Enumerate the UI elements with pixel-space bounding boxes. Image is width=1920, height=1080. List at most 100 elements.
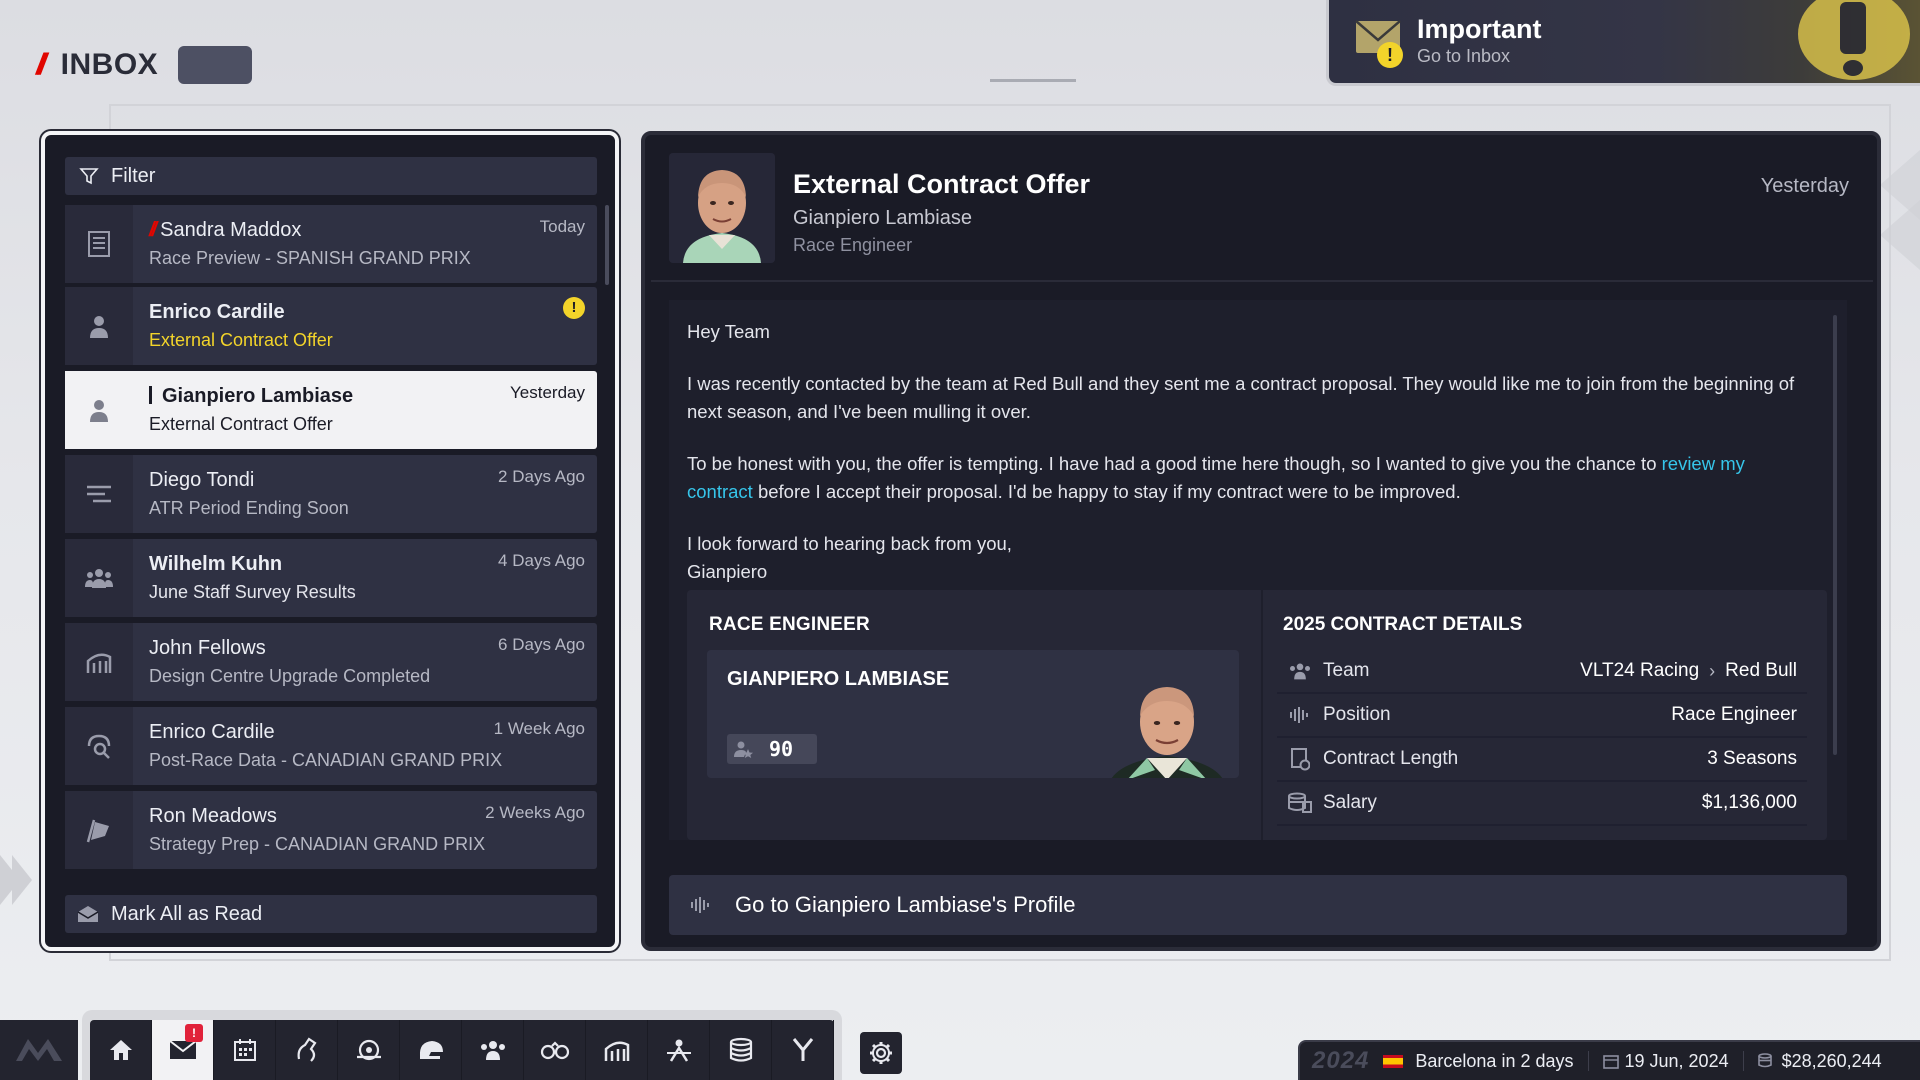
message-sender: Ron Meadows [149,805,277,827]
message-item[interactable]: Wilhelm Kuhn June Staff Survey Results 4… [65,539,597,617]
contract-row-team: Team VLT24 Racing › Red Bull [1277,650,1807,694]
message-subject: June Staff Survey Results [149,582,356,602]
team-from: VLT24 Racing [1580,660,1700,681]
card-section-title: 2025 CONTRACT DETAILS [1283,614,1523,635]
sliders-icon [87,485,111,503]
budget-label: $28,260,244 [1781,1050,1882,1071]
season-year: 2024 [1312,1047,1370,1074]
body-scrollbar[interactable] [1833,315,1837,755]
message-sender: Enrico Cardile [149,721,275,743]
message-detail-panel: External Contract Offer Gianpiero Lambia… [641,131,1881,951]
message-item[interactable]: Ron Meadows Strategy Prep - CANADIAN GRA… [65,791,597,869]
body-text: before I accept their proposal. I'd be h… [752,481,1461,502]
team-to: Red Bull [1725,660,1797,681]
nav-car-development[interactable] [338,1020,400,1080]
bottom-nav: ! [82,1010,842,1080]
person-icon [90,316,108,338]
nav-pit-crew[interactable] [648,1020,710,1080]
important-notification[interactable]: ! Important Go to Inbox [1326,0,1920,86]
message-subject: Race Preview - SPANISH GRAND PRIX [149,248,471,268]
row-label: Team [1323,660,1370,681]
nav-research[interactable] [276,1020,338,1080]
inbox-list-panel: Filter //Sandra Maddox Race Preview - SP… [41,131,619,951]
nav-home[interactable] [90,1020,152,1080]
rating-icon [734,741,753,758]
contract-row-length: Contract Length 3 Seasons [1277,738,1807,782]
warning-icon: ! [1377,42,1403,68]
nav-scouting[interactable] [524,1020,586,1080]
inbox-header: // INBOX [36,44,253,86]
message-time: Yesterday [510,383,585,402]
next-race[interactable]: Barcelona in 2 days [1383,1051,1574,1072]
message-list[interactable]: //Sandra Maddox Race Preview - SPANISH G… [65,205,597,873]
exclamation-icon [1798,0,1910,80]
nav-facilities[interactable] [586,1020,648,1080]
staff-profile-card[interactable]: GIANPIERO LAMBIASE 90 [707,650,1239,778]
gear-icon [870,1042,892,1064]
nav-sponsors[interactable] [772,1020,834,1080]
divider [1587,1051,1589,1071]
staff-portrait [1111,687,1223,778]
message-subject: ATR Period Ending Soon [149,498,349,518]
finance-icon [729,1037,752,1062]
brand-slash-icon: // [36,48,46,81]
nav-drivers[interactable] [400,1020,462,1080]
message-item[interactable]: //Sandra Maddox Race Preview - SPANISH G… [65,205,597,283]
current-date: 19 Jun, 2024 [1602,1051,1729,1072]
flag-icon [86,819,109,843]
divider [1261,590,1263,840]
calendar-icon [1602,1055,1619,1069]
building-icon [86,653,112,673]
settings-button[interactable] [860,1032,902,1074]
contract-row-position: Position Race Engineer [1277,694,1807,738]
mail-icon [168,1040,197,1059]
calendar-icon [233,1039,256,1061]
message-time: 1 Week Ago [493,719,585,738]
go-to-profile-button[interactable]: Go to Gianpiero Lambiase's Profile [669,875,1847,935]
message-header: External Contract Offer Gianpiero Lambia… [669,141,1857,277]
nav-inbox[interactable]: ! [152,1020,214,1080]
mark-all-read-button[interactable]: Mark All as Read [65,895,597,933]
body-paragraph: To be honest with you, the offer is temp… [687,450,1797,506]
card-section-title: RACE ENGINEER [709,614,870,635]
nav-finance[interactable] [710,1020,772,1080]
message-sender: Enrico Cardile [149,301,285,323]
game-logo [0,1020,78,1080]
search-data-icon [87,734,111,759]
envelope-open-icon [77,906,99,922]
message-time: Today [539,217,585,236]
pitcrew-icon [666,1039,691,1062]
row-value: 3 Seasons [1707,748,1797,769]
message-time: 6 Days Ago [498,635,585,654]
inbox-badge: ! [185,1024,203,1042]
group-icon [1290,663,1310,680]
message-item[interactable]: Enrico Cardile External Contract Offer ! [65,287,597,365]
nav-calendar[interactable] [214,1020,276,1080]
divider [651,280,1873,282]
budget: $28,260,244 [1757,1050,1882,1072]
greeting: Hey Team [687,321,770,342]
helmet-icon [419,1041,443,1059]
notification-subtitle: Go to Inbox [1417,46,1511,66]
car-icon [356,1039,381,1061]
message-item[interactable]: Enrico Cardile Post-Race Data - CANADIAN… [65,707,597,785]
list-scrollbar[interactable] [605,205,609,285]
message-item[interactable]: John Fellows Design Centre Upgrade Compl… [65,623,597,701]
message-item[interactable]: Diego Tondi ATR Period Ending Soon 2 Day… [65,455,597,533]
sponsor-icon [792,1038,813,1061]
home-icon [109,1040,132,1060]
message-subject: Design Centre Upgrade Completed [149,666,431,686]
facilities-icon [604,1041,629,1061]
selected-marker [149,386,152,404]
profile-button-label: Go to Gianpiero Lambiase's Profile [735,892,1076,917]
filter-button[interactable]: Filter [65,157,597,195]
rating-badge: 90 [727,734,817,764]
chevron-right-icon: › [1709,660,1716,681]
message-item-selected[interactable]: Gianpiero Lambiase External Contract Off… [65,371,597,449]
scouting-icon [540,1041,569,1060]
mark-all-label: Mark All as Read [111,902,263,925]
message-subject: Strategy Prep - CANADIAN GRAND PRIX [149,834,486,854]
message-body: Hey Team I was recently contacted by the… [669,300,1847,840]
filter-icon [79,168,99,185]
nav-staff[interactable] [462,1020,524,1080]
